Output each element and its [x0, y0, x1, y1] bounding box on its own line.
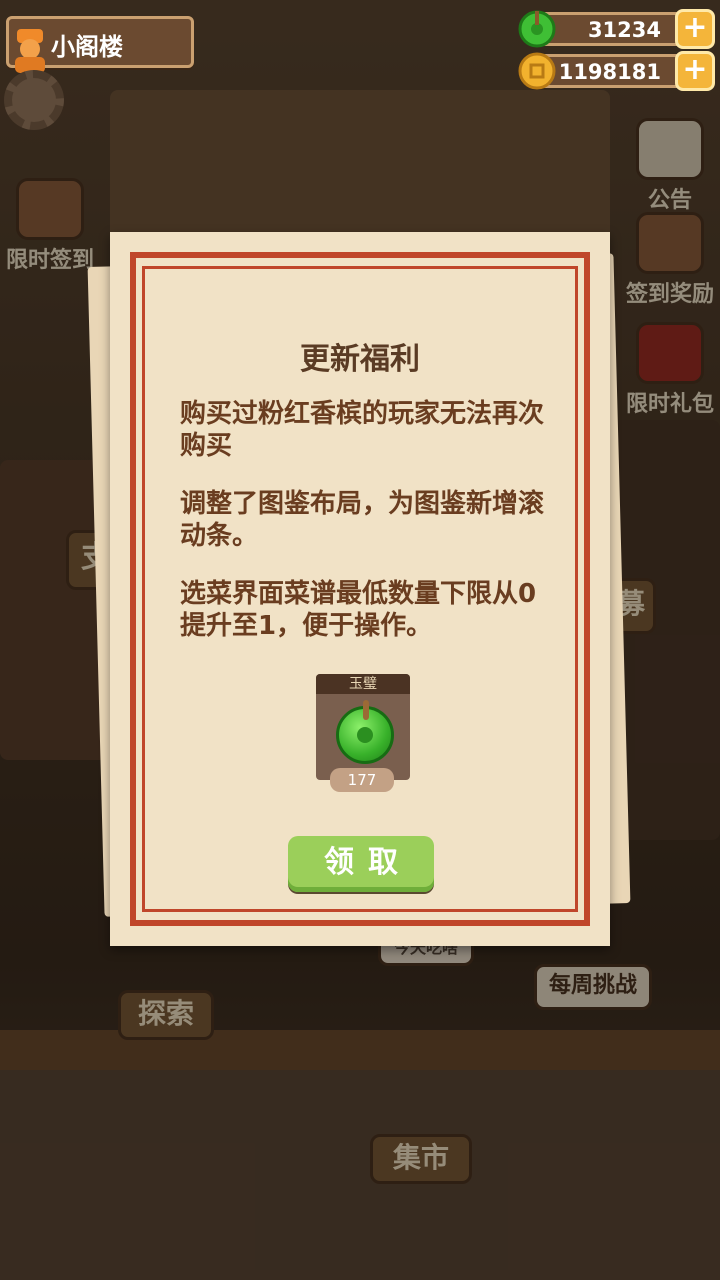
- reward-name: 玉璧: [316, 674, 410, 694]
- jade-currency-bar: 31234 +: [518, 9, 715, 49]
- settings-gear-icon[interactable]: [4, 70, 64, 130]
- notice-paragraph-2: 调整了图鉴布局，为图鉴新增滚动条。: [180, 489, 545, 551]
- chef-avatar-icon: [15, 29, 45, 73]
- reward-item[interactable]: 玉璧 177: [316, 674, 410, 792]
- reward-count: 177: [330, 768, 394, 792]
- jade-count: 31234: [587, 18, 661, 42]
- update-bonus-dialog: 更新福利 购买过粉红香槟的玩家无法再次购买 调整了图鉴布局，为图鉴新增滚动条。 …: [110, 232, 610, 946]
- claim-button[interactable]: 领取: [288, 836, 434, 892]
- coin-currency-icon: [518, 52, 556, 90]
- coin-currency-bar: 1198181 +: [518, 51, 715, 91]
- add-coin-button[interactable]: +: [675, 51, 715, 91]
- dialog-title: 更新福利: [300, 342, 420, 377]
- coin-count: 1198181: [558, 60, 661, 84]
- jade-cord: [363, 700, 369, 720]
- notice-paragraph-3: 选菜界面菜谱最低数量下限从0提升至1，便于操作。: [180, 579, 537, 641]
- location-title: 小阁楼: [51, 33, 123, 61]
- jade-currency-icon: [518, 10, 556, 48]
- add-jade-button[interactable]: +: [675, 9, 715, 49]
- notice-paragraph-1: 购买过粉红香槟的玩家无法再次购买: [180, 399, 545, 461]
- location-title-bar[interactable]: 小阁楼: [6, 16, 194, 73]
